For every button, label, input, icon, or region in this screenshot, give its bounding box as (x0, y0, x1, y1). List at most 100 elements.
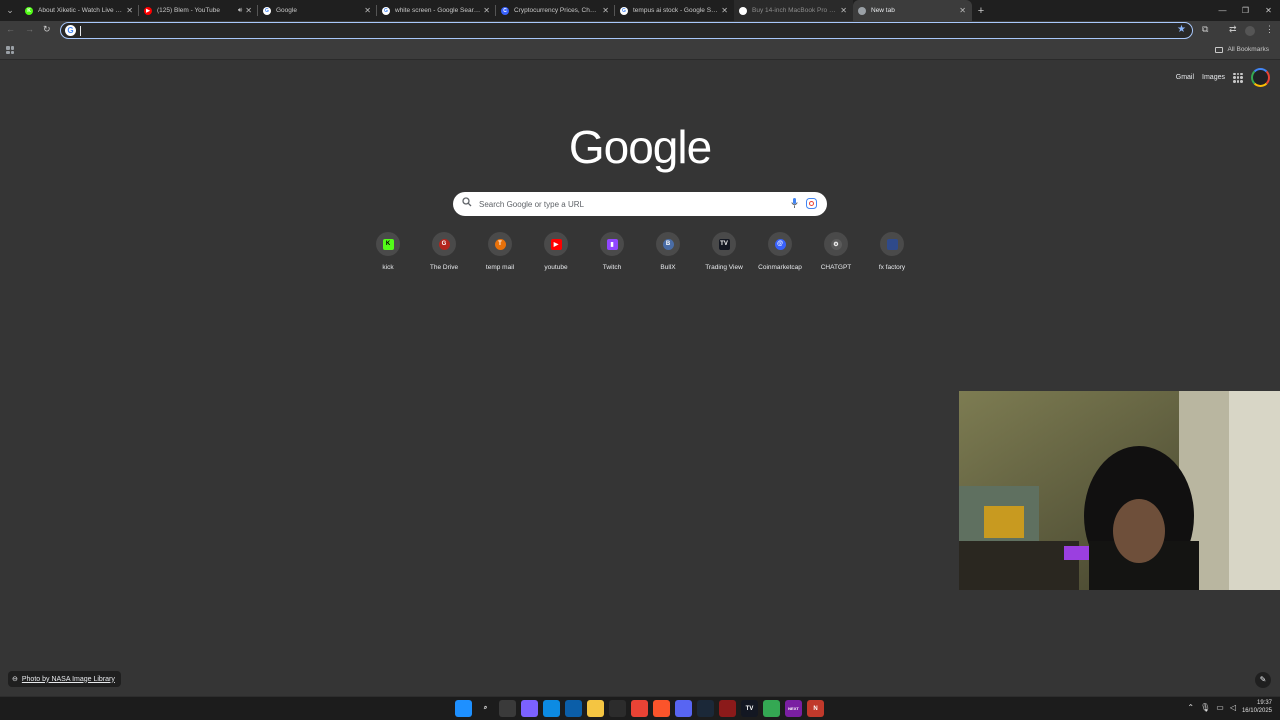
google-apps-icon[interactable] (1233, 72, 1243, 83)
tab-favicon-icon: G (263, 6, 271, 15)
back-arrow-icon[interactable]: ← (6, 24, 15, 34)
microphone-tray-icon[interactable]: 🎙︎ (1200, 703, 1210, 712)
tab-3[interactable]: Gwhite screen - Google Search ✕ (377, 0, 496, 21)
tab-close-icon[interactable]: ✕ (483, 6, 490, 15)
shortcut-icon-bg (880, 232, 904, 256)
shortcut-label: kick (382, 264, 394, 271)
tab-title: white screen - Google Search (395, 7, 481, 14)
tab-title: New tab (871, 7, 895, 14)
tab-6[interactable]: Buy 14-inch MacBook Pro with ✕ (734, 0, 853, 21)
tab-close-icon[interactable]: ✕ (126, 6, 133, 15)
chevron-up-icon[interactable]: ⌃ (1187, 703, 1194, 712)
shortcut-youtube[interactable]: ▶ youtube (528, 232, 584, 271)
tab-favicon-icon: G (620, 6, 628, 15)
tab-close-icon[interactable]: ✕ (245, 6, 252, 15)
google-lens-icon[interactable] (806, 198, 817, 209)
taskbar-search-icon[interactable]: ⌕ (477, 700, 494, 717)
network-icon[interactable]: ▭ (1216, 703, 1224, 712)
shortcut-label: fx factory (878, 264, 906, 271)
shortcut-icon-bg: TV (712, 232, 736, 256)
ntp-search-box[interactable] (453, 192, 827, 216)
taskbar-store-icon[interactable] (565, 700, 582, 717)
search-input[interactable] (479, 197, 779, 211)
taskbar-chrome-2-icon[interactable] (763, 700, 780, 717)
webcam-overlay (959, 391, 1280, 590)
taskbar-tradingview-icon[interactable]: TV (741, 700, 758, 717)
microphone-icon[interactable] (791, 198, 798, 209)
profile-avatar[interactable] (1245, 26, 1255, 36)
tab-favicon-icon: ▶ (144, 6, 152, 15)
taskbar-copilot-icon[interactable] (521, 700, 538, 717)
taskbar-edge-icon[interactable] (543, 700, 560, 717)
shortcut-coinmarketcap[interactable]: @ Coinmarketcap (752, 232, 808, 271)
shortcut-twitch[interactable]: ▮ Twitch (584, 232, 640, 271)
minimize-icon[interactable]: — (1211, 0, 1234, 21)
tab-strip: ⌄ K About Xiketic - Watch Live on K ✕ ▶ (125… (0, 0, 1280, 21)
shortcut-kick[interactable]: Kkick (360, 232, 416, 271)
tab-favicon-icon (858, 6, 866, 15)
text-cursor (80, 26, 81, 36)
taskbar-task-view-icon[interactable] (499, 700, 516, 717)
tab-0[interactable]: K About Xiketic - Watch Live on K ✕ (20, 0, 139, 21)
gmail-link[interactable]: Gmail (1176, 74, 1194, 81)
images-link[interactable]: Images (1202, 74, 1225, 81)
apps-shortcut-icon[interactable] (6, 46, 14, 54)
shortcut-fx-factory[interactable]: fx factory (864, 232, 920, 271)
reading-list-icon[interactable]: ⇄ (1229, 24, 1237, 35)
window-controls: — ❐ ✕ (1211, 0, 1280, 21)
account-avatar[interactable] (1251, 68, 1270, 87)
shortcut-temp-mail[interactable]: Ttemp mail (472, 232, 528, 271)
taskbar-discord-icon[interactable] (675, 700, 692, 717)
tab-close-icon[interactable]: ✕ (959, 6, 966, 15)
ntp-header: Gmail Images (1176, 68, 1270, 87)
bookmark-star-icon[interactable]: ★ (1177, 24, 1186, 35)
new-tab-button[interactable]: + (972, 5, 990, 17)
tab-close-icon[interactable]: ✕ (721, 6, 728, 15)
shortcut-label: Twitch (602, 264, 622, 271)
extensions-icon[interactable]: ⧉ (1202, 24, 1208, 35)
taskbar-notion-icon[interactable]: N (807, 700, 824, 717)
taskbar-file-explorer-icon[interactable] (587, 700, 604, 717)
address-input[interactable] (79, 24, 1169, 37)
taskbar-app-red-icon[interactable] (719, 700, 736, 717)
all-bookmarks-button[interactable]: All Bookmarks (1215, 46, 1269, 53)
system-tray: ⌃ 🎙︎ ▭ ◁ 19:37 16/10/2025 (1187, 699, 1272, 715)
shortcut-chatgpt[interactable]: ⚙ CHATGPT (808, 232, 864, 271)
clock[interactable]: 19:37 16/10/2025 (1242, 699, 1272, 715)
shortcut-bullx[interactable]: B BullX (640, 232, 696, 271)
forward-arrow-icon[interactable]: → (25, 24, 34, 34)
close-window-icon[interactable]: ✕ (1257, 0, 1280, 21)
taskbar-chrome-icon[interactable] (631, 700, 648, 717)
customize-pencil-icon[interactable]: ✎ (1255, 672, 1271, 688)
tab-close-icon[interactable]: ✕ (602, 6, 609, 15)
tab-search-chevron-icon[interactable]: ⌄ (0, 0, 20, 21)
tab-2[interactable]: G Google ✕ (258, 0, 377, 21)
address-bar[interactable]: G ★ (60, 22, 1193, 39)
taskbar-brave-icon[interactable] (653, 700, 670, 717)
google-logo: Google (568, 121, 712, 173)
taskbar-windows-start-icon[interactable] (455, 700, 472, 717)
tab-1[interactable]: ▶ (125) Blem - YouTube 🔊︎ ✕ (139, 0, 258, 21)
shortcut-label: temp mail (485, 264, 515, 271)
reload-icon[interactable]: ↻ (43, 24, 51, 35)
photo-credit-link[interactable]: ⊖ Photo by NASA Image Library (8, 671, 121, 687)
taskbar-next-icon[interactable]: NEXT (785, 700, 802, 717)
all-bookmarks-label: All Bookmarks (1227, 46, 1269, 53)
tab-audio-icon[interactable]: 🔊︎ (238, 7, 242, 15)
maximize-icon[interactable]: ❐ (1234, 0, 1257, 21)
shortcut-trading-view[interactable]: TV Trading View (696, 232, 752, 271)
shortcut-label: CHATGPT (820, 264, 852, 271)
menu-kebab-icon[interactable]: ⋮ (1265, 24, 1274, 35)
taskbar-obs-icon[interactable] (609, 700, 626, 717)
taskbar-steam-icon[interactable] (697, 700, 714, 717)
shortcut-favicon-icon: ▶ (550, 238, 562, 250)
tab-7[interactable]: New tab ✕ (853, 0, 972, 21)
tab-4[interactable]: C Cryptocurrency Prices, Charts & ✕ (496, 0, 615, 21)
taskbar: ⌕ TV NEXT N ⌃ 🎙︎ ▭ ◁ 19:37 16/10/2025 (0, 696, 1280, 720)
volume-icon[interactable]: ◁ (1230, 703, 1236, 712)
shortcut-label: The Drive (429, 264, 459, 271)
tab-close-icon[interactable]: ✕ (364, 6, 371, 15)
tab-5[interactable]: Gtempus ai stock - Google Search ✕ (615, 0, 734, 21)
shortcut-the-drive[interactable]: G The Drive (416, 232, 472, 271)
tab-close-icon[interactable]: ✕ (840, 6, 847, 15)
